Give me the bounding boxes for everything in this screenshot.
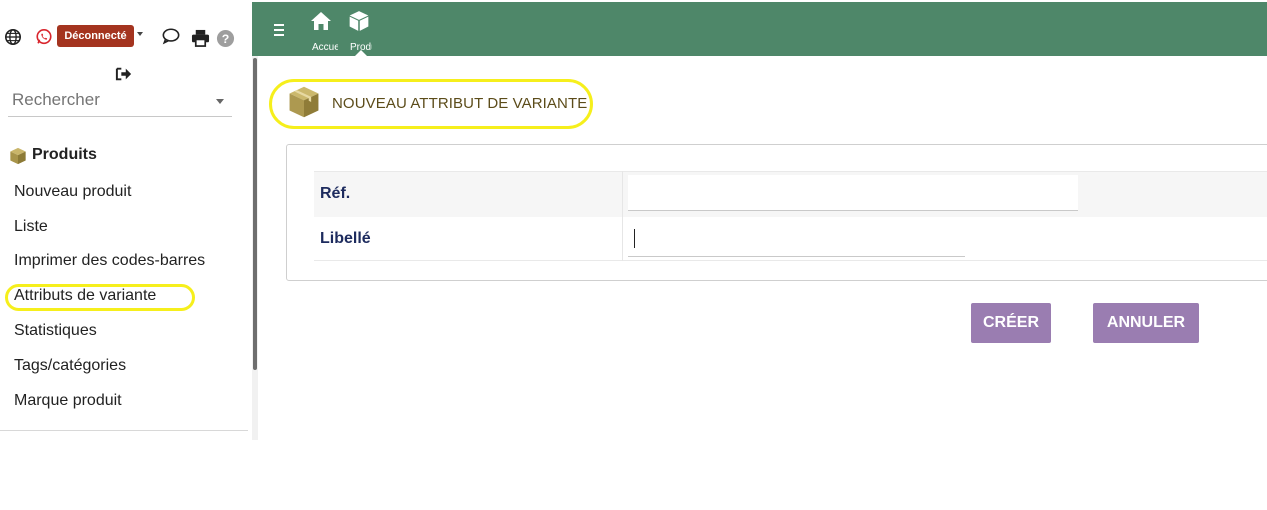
search-input[interactable] (12, 90, 202, 110)
globe-icon[interactable] (4, 28, 22, 46)
scrollbar-thumb[interactable] (253, 58, 257, 370)
highlight-annotation (5, 284, 195, 311)
home-icon (309, 12, 333, 36)
menu-item-imprimer-codes-barres[interactable]: Imprimer des codes-barres (14, 252, 205, 270)
divider (0, 430, 248, 431)
home-button[interactable] (308, 10, 334, 37)
menu-item-marque-produit[interactable]: Marque produit (14, 392, 122, 410)
chat-icon[interactable] (161, 27, 181, 45)
menu-item-tags-categories[interactable]: Tags/catégories (14, 357, 126, 375)
active-tab-indicator (355, 50, 367, 56)
whatsapp-icon[interactable] (35, 28, 53, 46)
page-title: NOUVEAU ATTRIBUT DE VARIANTE (332, 95, 588, 112)
ref-input[interactable] (628, 175, 1078, 211)
box-icon (9, 147, 27, 170)
status-badge[interactable]: Déconnecté (57, 25, 134, 47)
box-icon (348, 11, 370, 36)
menu-item-nouveau-produit[interactable]: Nouveau produit (14, 183, 131, 201)
status-dropdown-caret-icon[interactable] (137, 32, 143, 36)
text-cursor (634, 229, 635, 248)
hamburger-menu-icon[interactable] (274, 24, 284, 39)
menu-item-statistiques[interactable]: Statistiques (14, 322, 97, 340)
print-icon[interactable] (191, 29, 210, 47)
menu-title-produits: Produits (32, 146, 97, 163)
cancel-button[interactable]: ANNULER (1093, 303, 1199, 343)
libelle-label: Libellé (320, 230, 371, 247)
home-label[interactable]: Accueil (312, 42, 338, 53)
column-divider (622, 171, 623, 261)
top-bar (252, 2, 1267, 56)
ref-label: Réf. (320, 185, 351, 202)
chevron-down-icon[interactable] (216, 99, 224, 104)
libelle-input[interactable] (628, 221, 965, 257)
svg-text:?: ? (222, 32, 230, 46)
left-panel: Déconnecté ? Produits Nouveau produit Li… (0, 0, 252, 440)
products-button[interactable] (346, 10, 372, 37)
create-button[interactable]: CRÉER (971, 303, 1051, 343)
logout-icon[interactable] (115, 66, 133, 82)
menu-item-liste[interactable]: Liste (14, 218, 48, 236)
search-select[interactable] (8, 86, 232, 117)
box-icon (286, 85, 322, 124)
help-icon[interactable]: ? (216, 29, 235, 48)
